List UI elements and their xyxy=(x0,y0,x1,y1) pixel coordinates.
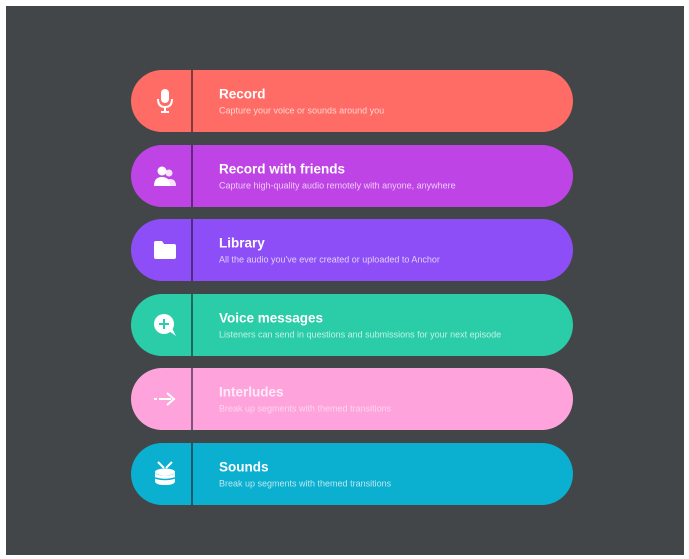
item-text: Record with friends Capture high-quality… xyxy=(219,160,539,191)
item-divider xyxy=(191,293,193,356)
menu-item-voice-messages[interactable]: Voice messages Listeners can send in que… xyxy=(131,293,573,356)
item-text: Library All the audio you've ever create… xyxy=(219,235,539,266)
friends-icon xyxy=(147,158,183,194)
item-divider xyxy=(191,70,193,132)
item-subtitle: Break up segments with themed transition… xyxy=(219,478,392,488)
item-divider xyxy=(191,368,193,430)
menu-item-record[interactable]: Record Capture your voice or sounds arou… xyxy=(131,70,573,132)
app-frame: Record Capture your voice or sounds arou… xyxy=(6,6,684,555)
item-divider xyxy=(191,442,193,505)
item-title: Record with friends xyxy=(219,161,346,176)
item-text: Interludes Break up segments with themed… xyxy=(219,384,539,415)
item-subtitle: Capture high-quality audio remotely with… xyxy=(219,180,456,190)
item-title: Voice messages xyxy=(219,310,324,325)
folder-icon xyxy=(147,232,183,268)
arrow-right-icon xyxy=(147,381,183,417)
menu-item-record-with-friends[interactable]: Record with friends Capture high-quality… xyxy=(131,144,573,207)
item-text: Record Capture your voice or sounds arou… xyxy=(219,86,539,117)
item-subtitle: Break up segments with themed transition… xyxy=(219,403,392,414)
menu-item-interludes[interactable]: Interludes Break up segments with themed… xyxy=(131,368,573,430)
item-divider xyxy=(191,144,193,207)
item-divider xyxy=(191,219,193,281)
item-subtitle: Capture your voice or sounds around you xyxy=(219,105,385,116)
item-subtitle: Listeners can send in questions and subm… xyxy=(219,329,502,339)
item-text: Voice messages Listeners can send in que… xyxy=(219,309,539,340)
item-title: Sounds xyxy=(219,459,269,474)
item-title: Record xyxy=(219,86,266,102)
voice-message-icon xyxy=(147,307,183,343)
microphone-icon xyxy=(147,83,183,119)
item-title: Library xyxy=(219,235,265,251)
menu-item-sounds[interactable]: Sounds Break up segments with themed tra… xyxy=(131,442,573,505)
menu-item-library[interactable]: Library All the audio you've ever create… xyxy=(131,219,573,281)
drum-icon xyxy=(147,456,183,492)
item-title: Interludes xyxy=(219,384,284,400)
item-text: Sounds Break up segments with themed tra… xyxy=(219,458,539,489)
item-subtitle: All the audio you've ever created or upl… xyxy=(219,254,440,265)
create-menu: Record Capture your voice or sounds arou… xyxy=(131,70,573,517)
